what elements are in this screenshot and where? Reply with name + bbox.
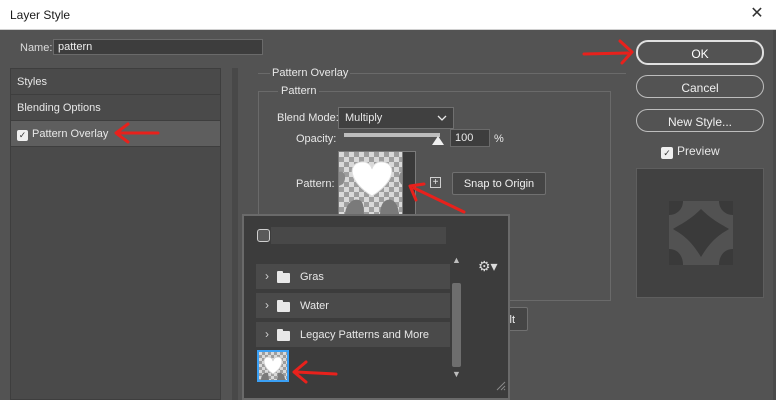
gear-icon[interactable]: ⚙▾ <box>478 258 498 275</box>
preview-toggle[interactable]: ✓ Preview <box>661 144 720 159</box>
scroll-up-icon[interactable]: ▲ <box>452 255 461 265</box>
caret-right-icon[interactable]: › <box>265 269 269 283</box>
folder-icon <box>277 329 290 341</box>
blending-options-item[interactable]: Blending Options <box>11 95 220 121</box>
snap-to-origin-button[interactable]: Snap to Origin <box>452 172 546 195</box>
checkbox-icon[interactable]: ✓ <box>17 130 28 141</box>
panel-divider <box>232 68 238 400</box>
folder-icon <box>277 271 290 283</box>
subgroup-title: Pattern <box>278 85 320 97</box>
styles-panel: Styles Blending Options ✓ Pattern Overlay <box>10 68 221 400</box>
pattern-search-input[interactable] <box>271 227 446 244</box>
styles-header[interactable]: Styles <box>11 69 220 95</box>
pattern-overlay-label: Pattern Overlay <box>32 128 109 140</box>
folder-name: Legacy Patterns and More <box>300 329 430 341</box>
title-bar: Layer Style ✕ <box>0 0 776 30</box>
pattern-label: Pattern: <box>296 178 335 190</box>
caret-right-icon[interactable]: › <box>265 298 269 312</box>
blending-options-label: Blending Options <box>17 102 101 114</box>
picker-scrollbar[interactable]: ▲ ▼ <box>450 253 463 381</box>
pattern-swatch[interactable] <box>338 151 404 215</box>
scroll-thumb[interactable] <box>452 283 461 367</box>
style-preview <box>636 168 764 298</box>
styles-label: Styles <box>17 76 47 88</box>
ok-button[interactable]: OK <box>636 40 764 65</box>
resize-grip-icon[interactable] <box>494 379 506 391</box>
preview-label: Preview <box>677 144 720 158</box>
pattern-dropdown-toggle[interactable] <box>402 151 416 215</box>
caret-right-icon[interactable]: › <box>265 327 269 341</box>
pattern-thumbnail-selected[interactable] <box>257 350 289 382</box>
blend-mode-label: Blend Mode: <box>277 112 339 124</box>
folder-name: Water <box>300 300 329 312</box>
close-icon[interactable]: ✕ <box>748 5 766 23</box>
cancel-button[interactable]: Cancel <box>636 75 764 98</box>
chevron-down-icon <box>437 111 447 128</box>
window-title: Layer Style <box>10 8 71 22</box>
opacity-unit: % <box>494 133 504 145</box>
folder-name: Gras <box>300 271 324 283</box>
group-title: Pattern Overlay <box>270 67 351 79</box>
folder-icon <box>277 300 290 312</box>
pattern-overlay-item[interactable]: ✓ Pattern Overlay <box>11 121 220 147</box>
search-icon <box>257 229 270 242</box>
opacity-label: Opacity: <box>296 133 337 145</box>
preview-thumbnail <box>669 201 733 265</box>
blend-mode-select[interactable]: Multiply <box>338 107 454 129</box>
folder-row-gras[interactable]: › Gras <box>256 264 450 290</box>
new-style-button[interactable]: New Style... <box>636 109 764 132</box>
folder-row-legacy[interactable]: › Legacy Patterns and More <box>256 322 450 348</box>
name-label: Name: <box>20 42 53 54</box>
opacity-input[interactable]: 100 <box>450 129 490 147</box>
name-input[interactable]: pattern <box>53 39 263 55</box>
heart-pattern-icon <box>261 356 285 380</box>
scroll-down-icon[interactable]: ▼ <box>452 369 461 379</box>
slider-thumb-icon[interactable] <box>432 136 444 145</box>
opacity-slider[interactable] <box>344 133 440 137</box>
heart-pattern-icon <box>339 161 403 214</box>
annotation-arrow-ok <box>582 39 634 65</box>
checkbox-icon[interactable]: ✓ <box>661 147 673 159</box>
folder-row-water[interactable]: › Water <box>256 293 450 319</box>
blend-mode-value: Multiply <box>345 112 383 124</box>
plus-icon[interactable]: + <box>430 177 441 188</box>
